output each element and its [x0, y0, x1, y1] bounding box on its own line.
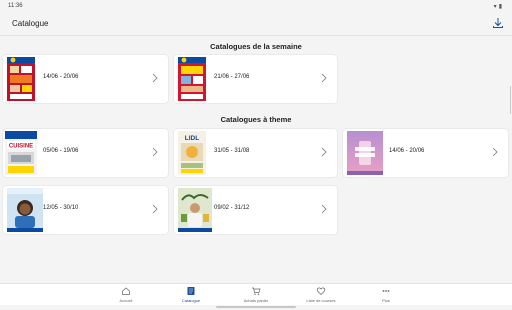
download-icon[interactable]: [492, 17, 504, 29]
chevron-right-icon: [152, 147, 158, 157]
section-title-weekly: Catalogues de la semaine: [210, 42, 302, 51]
app-bar: Catalogue: [0, 12, 512, 36]
nav-label: Catalogue: [181, 298, 201, 303]
cover-text: LIDL: [185, 135, 199, 142]
catalogue-dates: 09/02 - 31/12: [214, 205, 250, 211]
nav-item-plus[interactable]: Plus: [366, 286, 406, 303]
nav-label: Liste de courses: [306, 298, 336, 303]
status-time: 11:36: [8, 3, 23, 9]
bottom-navigation: Accueil Catalogue Achats panier Liste de…: [0, 283, 512, 305]
catalogue-card-theme-4[interactable]: 12/05 - 30/10: [3, 186, 168, 234]
chevron-right-icon: [152, 204, 158, 214]
status-bar: 11:36 ▾▮: [0, 0, 512, 12]
catalogue-card-theme-1[interactable]: CUISINE 05/06 - 19/06: [3, 129, 168, 177]
nav-item-accueil[interactable]: Accueil: [106, 286, 146, 303]
chevron-right-icon: [321, 73, 327, 83]
catalogue-cover-image: LIDL: [178, 131, 206, 175]
page-title: Catalogue: [12, 19, 49, 28]
heart-list-icon: [316, 287, 326, 295]
chevron-right-icon: [152, 73, 158, 83]
catalogue-dates: 31/05 - 31/08: [214, 148, 250, 154]
catalogue-dates: 21/06 - 27/06: [214, 74, 250, 80]
scrollbar[interactable]: [510, 86, 511, 114]
catalogue-dates: 14/06 - 20/06: [43, 74, 79, 80]
catalogue-card-theme-2[interactable]: LIDL 31/05 - 31/08: [174, 129, 337, 177]
catalogue-dates: 14/06 - 20/06: [389, 148, 425, 154]
nav-item-achats-panier[interactable]: Achats panier: [236, 286, 276, 303]
nav-item-liste-de-courses[interactable]: Liste de courses: [301, 286, 341, 303]
nav-label: Plus: [382, 298, 390, 303]
catalogue-cover-image: [178, 188, 212, 232]
catalogue-cover-image: [178, 57, 206, 101]
cart-icon: [252, 287, 261, 295]
catalogue-cover-image: [7, 188, 43, 232]
catalogue-card-weekly-1[interactable]: 14/06 - 20/06: [3, 55, 168, 103]
catalogue-card-theme-5[interactable]: 09/02 - 31/12: [174, 186, 337, 234]
catalogue-cover-image: [7, 57, 35, 101]
nav-item-catalogue[interactable]: Catalogue: [171, 286, 211, 303]
home-indicator[interactable]: [216, 306, 296, 308]
catalogue-card-weekly-2[interactable]: 21/06 - 27/06: [174, 55, 337, 103]
nav-label: Achats panier: [243, 298, 269, 303]
more-icon: [382, 290, 390, 292]
chevron-right-icon: [492, 147, 498, 157]
status-icons: ▾▮: [494, 3, 504, 10]
catalogue-icon: [187, 287, 195, 295]
home-icon: [122, 287, 130, 295]
chevron-right-icon: [321, 204, 327, 214]
chevron-right-icon: [321, 147, 327, 157]
catalogue-list: Catalogues de la semaine 14/06 - 20/06 2…: [0, 37, 512, 283]
catalogue-card-theme-3[interactable]: 14/06 - 20/06: [343, 129, 508, 177]
catalogue-dates: 05/06 - 19/06: [43, 148, 79, 154]
catalogue-dates: 12/05 - 30/10: [43, 205, 79, 211]
section-title-theme: Catalogues à theme: [220, 115, 292, 124]
catalogue-cover-image: CUISINE: [5, 131, 37, 175]
nav-label: Accueil: [119, 298, 133, 303]
cover-text: CUISINE: [9, 144, 33, 150]
battery-icon: ▮: [498, 4, 504, 10]
catalogue-cover-image: [347, 131, 383, 175]
